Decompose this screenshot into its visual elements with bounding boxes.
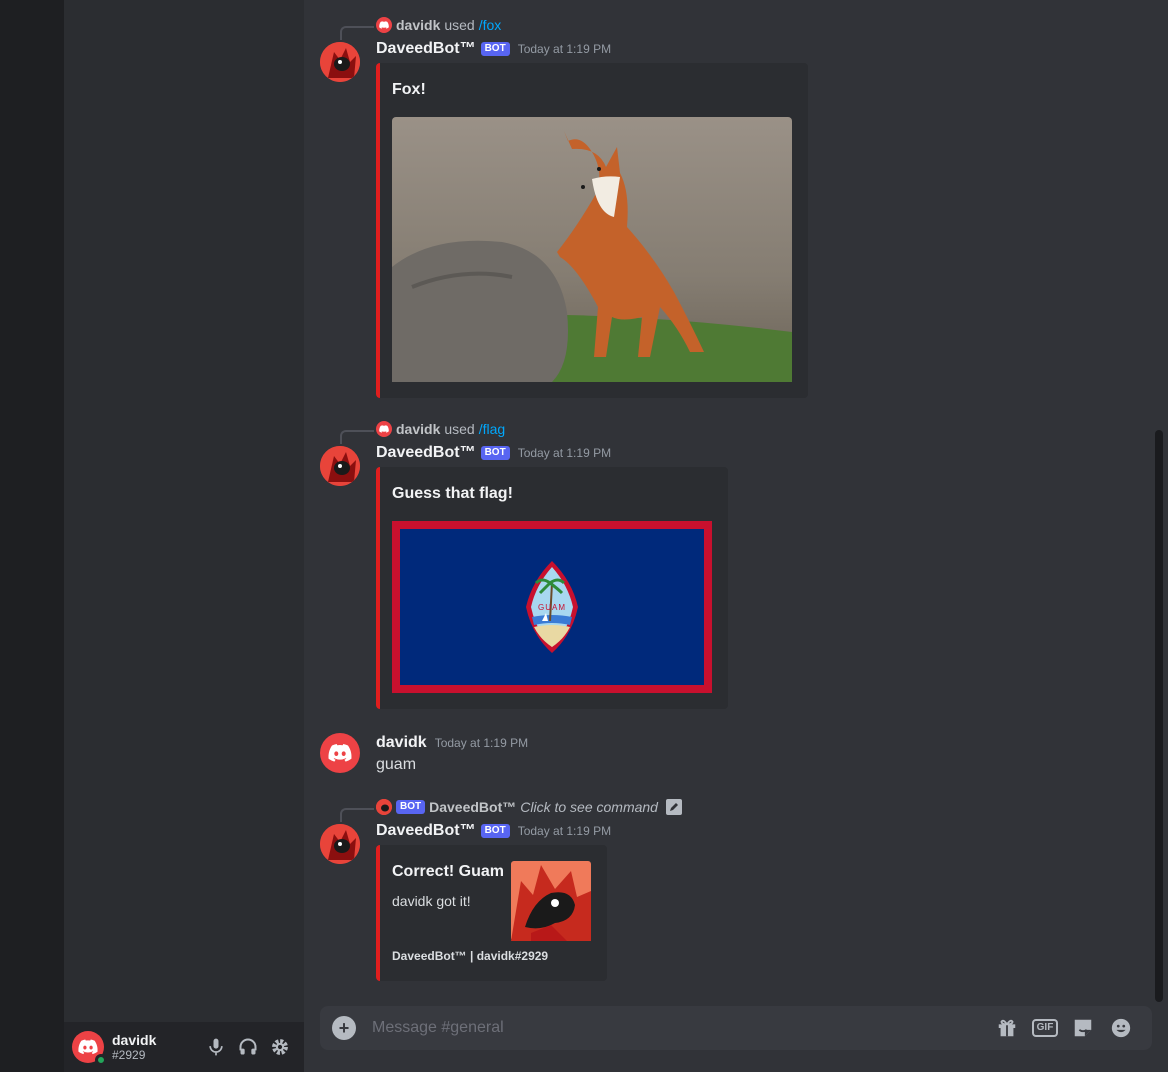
channel-sidebar	[64, 0, 304, 1072]
user-tag: #2929	[112, 1048, 146, 1062]
edit-icon	[665, 799, 682, 815]
reply-context[interactable]: davidk used /fox	[376, 17, 501, 33]
bot-badge: BOT	[480, 42, 510, 56]
timestamp: Today at 1:19 PM	[517, 42, 612, 56]
message-composer: + GIF	[320, 1006, 1152, 1050]
reply-used-text: used	[444, 17, 475, 33]
message-input[interactable]	[372, 1019, 988, 1037]
reply-username[interactable]: DaveedBot™	[429, 799, 516, 815]
fox-mascot-avatar	[320, 446, 360, 486]
reply-context[interactable]: BOT DaveedBot™ Click to see command	[376, 799, 682, 815]
guam-flag-image[interactable]: GUAM	[392, 521, 712, 693]
author-name[interactable]: DaveedBot™	[376, 822, 476, 840]
embed-footer: DaveedBot™ | davidk#2929	[392, 949, 549, 963]
server-rail	[0, 0, 64, 1072]
reply-connector	[340, 808, 374, 822]
reply-avatar	[376, 799, 392, 815]
fox-mascot-avatar	[320, 824, 360, 864]
fox-mascot-avatar	[376, 799, 392, 815]
message-header: DaveedBot™ BOT Today at 1:19 PM	[376, 822, 611, 840]
microphone-icon	[209, 1038, 223, 1056]
chat-scrollbar[interactable]	[1155, 430, 1163, 1002]
embed-description: davidk got it!	[392, 893, 471, 909]
embed-result: Correct! Guam davidk got it! DaveedBot™ …	[376, 845, 607, 981]
gif-icon: GIF	[1031, 1019, 1059, 1037]
discord-logo-icon	[328, 744, 352, 762]
embed-flag: Guess that flag! GUAM	[376, 467, 728, 709]
timestamp: Today at 1:19 PM	[434, 736, 529, 750]
author-name[interactable]: DaveedBot™	[376, 40, 476, 58]
bot-badge: BOT	[480, 446, 510, 460]
gif-button[interactable]: GIF	[1026, 1013, 1064, 1043]
user-panel: davidk #2929	[64, 1022, 304, 1072]
username: davidk	[112, 1032, 157, 1048]
sticker-icon	[1074, 1019, 1092, 1037]
bot-avatar[interactable]	[320, 42, 360, 82]
bot-badge: BOT	[396, 800, 426, 814]
gear-icon	[272, 1039, 288, 1055]
timestamp: Today at 1:19 PM	[517, 824, 612, 838]
reply-command[interactable]: /fox	[479, 17, 502, 33]
bot-avatar[interactable]	[320, 446, 360, 486]
discord-logo-icon	[78, 1039, 98, 1055]
reply-username[interactable]: davidk	[396, 17, 440, 33]
embed-fox: Fox!	[376, 63, 808, 398]
message-header: DaveedBot™ BOT Today at 1:19 PM	[376, 444, 611, 462]
embed-thumbnail[interactable]	[511, 861, 591, 941]
headphones-icon	[239, 1038, 257, 1055]
fox-mascot-avatar	[320, 42, 360, 82]
mute-button[interactable]	[200, 1031, 232, 1063]
author-name[interactable]: davidk	[376, 734, 427, 752]
reply-username[interactable]: davidk	[396, 421, 440, 437]
sticker-button[interactable]	[1064, 1013, 1102, 1043]
reply-connector	[340, 26, 374, 40]
reply-used-text: used	[444, 421, 475, 437]
reply-connector	[340, 430, 374, 444]
user-avatar[interactable]	[320, 733, 360, 773]
reply-avatar	[376, 17, 392, 33]
message-content: guam	[376, 756, 417, 773]
settings-button[interactable]	[264, 1031, 296, 1063]
embed-title: Fox!	[392, 81, 426, 98]
reply-avatar	[376, 421, 392, 437]
fox-image[interactable]	[392, 117, 792, 382]
message-header: davidk Today at 1:19 PM	[376, 734, 528, 752]
embed-title: Correct! Guam	[392, 863, 505, 880]
emoji-button[interactable]	[1102, 1013, 1140, 1043]
author-name[interactable]: DaveedBot™	[376, 444, 476, 462]
click-to-see-command[interactable]: Click to see command	[520, 799, 658, 815]
embed-title: Guess that flag!	[392, 485, 513, 502]
discord-logo-icon	[379, 425, 389, 433]
bot-badge: BOT	[480, 824, 510, 838]
user-avatar[interactable]	[72, 1031, 107, 1066]
deafen-button[interactable]	[232, 1031, 264, 1063]
emoji-icon	[1111, 1018, 1131, 1038]
flag-seal-text: GUAM	[538, 603, 566, 612]
user-names[interactable]: davidk #2929	[112, 1032, 200, 1062]
discord-logo-icon	[379, 21, 389, 29]
message-header: DaveedBot™ BOT Today at 1:19 PM	[376, 40, 611, 58]
gift-button[interactable]	[988, 1013, 1026, 1043]
gift-icon	[998, 1019, 1016, 1037]
timestamp: Today at 1:19 PM	[517, 446, 612, 460]
chat-area: davidk used /fox DaveedBot™ BOT Today at…	[304, 0, 1168, 1072]
online-status-dot	[95, 1054, 107, 1066]
reply-context[interactable]: davidk used /flag	[376, 421, 505, 437]
upload-button[interactable]: +	[332, 1016, 356, 1040]
reply-command[interactable]: /flag	[479, 421, 505, 437]
bot-avatar[interactable]	[320, 824, 360, 864]
plus-circle-icon: +	[338, 1017, 350, 1038]
